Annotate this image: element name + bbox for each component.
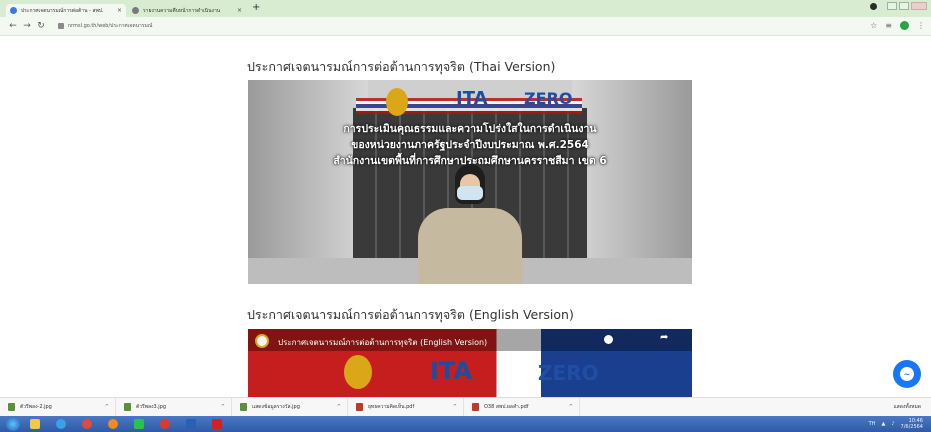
acrobat-icon <box>212 419 222 429</box>
taskbar-line[interactable] <box>128 417 150 431</box>
download-filename: ยุทธความคิดเห็น.pdf <box>368 404 415 410</box>
tab-close-icon[interactable]: × <box>237 7 242 14</box>
zero-tolerance-logo: ZERO <box>524 89 573 108</box>
presenter-mask <box>457 186 483 200</box>
taskbar-media[interactable] <box>50 417 72 431</box>
system-clock[interactable]: 10:46 7/6/2564 <box>901 418 923 430</box>
messenger-chat-button[interactable]: ~ <box>893 360 921 388</box>
messenger-icon: ~ <box>900 367 914 381</box>
video-overlay-line1: การประเมินคุณธรรมและความโปร่งใสในการดำเน… <box>343 123 597 135</box>
tab-favicon-icon <box>132 7 139 14</box>
download-filename: ตัวรีพลง3.jpg <box>136 404 167 410</box>
video2-title[interactable]: ประกาศเจตนารมณ์การต่อต้านการทุจริต (Engl… <box>278 336 487 349</box>
forward-icon[interactable]: → <box>20 21 34 31</box>
pdf-file-icon <box>356 403 363 411</box>
chevron-up-icon[interactable]: ^ <box>337 404 341 410</box>
chevron-up-icon[interactable]: ^ <box>221 404 225 410</box>
tab-active[interactable]: ประกาศเจตนารมณ์การต่อต้าน - สพป. × <box>6 4 126 17</box>
tab-inactive[interactable]: รายงานความคืบหน้าการดำเนินงาน × <box>128 4 246 17</box>
taskbar-chrome2[interactable] <box>154 417 176 431</box>
new-tab-button[interactable]: + <box>252 2 260 13</box>
presenter-body <box>418 208 522 284</box>
url-field[interactable]: nrmsl.go.th/web/ประกาศเจตนารมณ์ <box>68 22 152 30</box>
taskbar-chrome[interactable] <box>76 417 98 431</box>
close-window-button[interactable] <box>911 2 927 10</box>
download-item[interactable]: แสดงข้อมูลรางวัล.jpg ^ <box>232 397 348 417</box>
image-file-icon <box>124 403 131 411</box>
download-item[interactable]: O38 สพป.ผลสำ.pdf ^ <box>464 397 580 417</box>
start-button[interactable] <box>6 417 20 431</box>
obec-emblem-icon <box>344 355 372 389</box>
ita-logo: ITA <box>430 357 473 385</box>
image-file-icon <box>240 403 247 411</box>
line-icon <box>134 419 144 429</box>
bookmark-star-icon[interactable]: ☆ <box>870 21 877 30</box>
menu-icon[interactable]: ⋮ <box>917 21 925 30</box>
address-bar: ← → ↻ nrmsl.go.th/web/ประกาศเจตนารมณ์ ☆ … <box>0 17 931 36</box>
tab-title: ประกาศเจตนารมณ์การต่อต้าน - สพป. <box>21 7 104 14</box>
windows-taskbar: TH ▲ ♪ 10:46 7/6/2564 <box>0 416 931 432</box>
video-english-version[interactable]: ประกาศเจตนารมณ์การต่อต้านการทุจริต (Engl… <box>248 329 692 397</box>
network-icon[interactable]: ▲ <box>881 421 885 427</box>
image-file-icon <box>8 403 15 411</box>
heading-thai-version: ประกาศเจตนารมณ์การต่อต้านการทุจริต (Thai… <box>247 59 556 74</box>
download-item[interactable]: ยุทธความคิดเห็น.pdf ^ <box>348 397 464 417</box>
address-actions: ☆ ≡ ⋮ <box>870 21 925 30</box>
firefox-icon <box>108 419 118 429</box>
download-item[interactable]: ตัวรีพลง3.jpg ^ <box>116 397 232 417</box>
folder-icon <box>30 419 40 429</box>
video-overlay-line2: ของหน่วยงานภาครัฐประจำปีงบประมาณ พ.ศ.256… <box>351 139 589 151</box>
chrome-icon <box>160 419 170 429</box>
download-filename: แสดงข้อมูลรางวัล.jpg <box>252 404 300 410</box>
chrome-icon <box>82 419 92 429</box>
taskbar-explorer[interactable] <box>24 417 46 431</box>
obec-emblem-icon <box>386 88 408 116</box>
download-item[interactable]: ตัวรีพลง-2.jpg ^ <box>0 397 116 417</box>
volume-icon[interactable]: ♪ <box>891 421 894 427</box>
heading-english-version: ประกาศเจตนารมณ์การต่อต้านการทุจริต (Engl… <box>247 307 574 322</box>
system-tray: TH ▲ ♪ 10:46 7/6/2564 <box>869 418 923 430</box>
show-all-downloads-link[interactable]: แสดงทั้งหมด <box>893 403 921 411</box>
ita-logo: ITA <box>456 88 488 109</box>
maximize-button[interactable] <box>899 2 909 10</box>
pdf-file-icon <box>472 403 479 411</box>
share-icon[interactable]: ➦ <box>660 332 668 343</box>
video-thai-version[interactable]: ITA ZERO การประเมินคุณธรรมและความโปร่งใส… <box>248 80 692 284</box>
browser-tab-bar: ประกาศเจตนารมณ์การต่อต้าน - สพป. × รายงา… <box>0 0 931 17</box>
chevron-up-icon[interactable]: ^ <box>105 404 109 410</box>
taskbar-acrobat[interactable] <box>206 417 228 431</box>
media-player-icon <box>56 419 66 429</box>
taskbar-firefox[interactable] <box>102 417 124 431</box>
tab-favicon-icon <box>10 7 17 14</box>
watch-later-icon[interactable] <box>604 335 613 344</box>
downloads-bar: ตัวรีพลง-2.jpg ^ ตัวรีพลง3.jpg ^ แสดงข้อ… <box>0 397 931 417</box>
profile-avatar[interactable] <box>900 21 909 30</box>
studio-left-wall <box>248 80 368 284</box>
taskbar-word[interactable] <box>180 417 202 431</box>
zero-tolerance-logo: ZERO <box>538 361 599 385</box>
word-icon <box>186 419 196 429</box>
reading-list-icon[interactable]: ≡ <box>885 21 892 30</box>
studio-right-wall <box>572 80 692 284</box>
window-controls <box>870 2 927 10</box>
download-filename: ตัวรีพลง-2.jpg <box>20 404 52 410</box>
reload-icon[interactable]: ↻ <box>34 21 48 31</box>
clock-date: 7/6/2564 <box>900 424 923 430</box>
minimize-button[interactable] <box>887 2 897 10</box>
lock-icon <box>58 23 64 29</box>
tab-close-icon[interactable]: × <box>117 7 122 14</box>
chevron-up-icon[interactable]: ^ <box>453 404 457 410</box>
chevron-up-icon[interactable]: ^ <box>569 404 573 410</box>
language-indicator[interactable]: TH <box>869 421 876 427</box>
download-filename: O38 สพป.ผลสำ.pdf <box>484 404 529 410</box>
tab-title: รายงานความคืบหน้าการดำเนินงาน <box>143 7 221 14</box>
record-icon <box>870 2 877 10</box>
channel-logo-icon[interactable] <box>255 334 269 348</box>
presenter-image <box>413 164 527 284</box>
back-icon[interactable]: ← <box>6 21 20 31</box>
